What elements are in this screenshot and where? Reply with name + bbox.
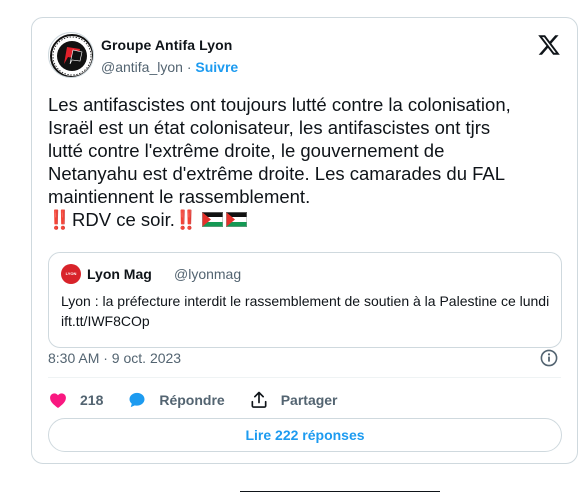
rdv-text: RDV ce soir. (72, 209, 175, 230)
author-name[interactable]: Groupe Antifa Lyon (101, 37, 232, 53)
divider (240, 491, 440, 492)
quote-author-handle[interactable]: @lyonmag (174, 266, 241, 282)
tweet-line: Les antifascistes ont toujours lutté con… (48, 94, 511, 115)
tweet-emoji-line: ‼️ RDV ce soir. ‼️ (48, 208, 568, 231)
quote-author-name[interactable]: Lyon Mag (87, 266, 152, 282)
x-logo-icon[interactable] (537, 33, 561, 57)
palestine-flag-icon (201, 212, 223, 227)
double-exclamation-icon: ‼️ (174, 209, 198, 230)
follow-button[interactable]: Suivre (195, 59, 238, 75)
read-replies-button[interactable]: Lire 222 réponses (48, 418, 562, 452)
reply-label: Répondre (159, 392, 225, 408)
share-icon (251, 391, 267, 408)
share-label: Partager (280, 392, 338, 408)
quote-avatar[interactable]: LYON MAG (61, 264, 81, 284)
like-button[interactable]: 218 (48, 390, 103, 410)
tweet-actions: 218 Répondre Partager (48, 388, 362, 412)
tweet-line: Israël est un état colonisateur, les ant… (48, 117, 491, 138)
double-exclamation-icon: ‼️ (48, 209, 71, 230)
meta-separator: · (186, 59, 192, 75)
quote-text: Lyon : la préfecture interdit le rassemb… (61, 293, 550, 329)
tweet-card: Groupe Antifa Lyon @antifa_lyon · Suivre… (31, 17, 578, 464)
tweet-line: Netanyahu est d'extrême droite. Les cama… (48, 163, 506, 184)
reply-button[interactable]: Répondre (127, 390, 225, 410)
palestine-flag-icon (225, 212, 247, 227)
share-button[interactable]: Partager (249, 390, 338, 410)
author-handle[interactable]: @antifa_lyon (101, 59, 183, 75)
quoted-tweet[interactable]: LYON MAG Lyon Mag @lyonmag Lyon : la pré… (48, 252, 562, 348)
author-meta: @antifa_lyon · Suivre (101, 59, 238, 75)
tweet-line: maintiennent le rassemblement. (48, 186, 311, 207)
tweet-line: lutté contre l'extrême droite, le gouver… (48, 140, 445, 161)
reply-bubble-icon (129, 392, 145, 408)
tweet-body: Les antifascistes ont toujours lutté con… (48, 93, 568, 231)
author-avatar[interactable] (48, 32, 94, 78)
heart-icon (50, 393, 66, 408)
info-icon[interactable] (540, 349, 558, 367)
tweet-timestamp[interactable]: 8:30 AM · 9 oct. 2023 (48, 350, 181, 366)
like-count: 218 (80, 392, 104, 408)
divider (48, 377, 561, 378)
